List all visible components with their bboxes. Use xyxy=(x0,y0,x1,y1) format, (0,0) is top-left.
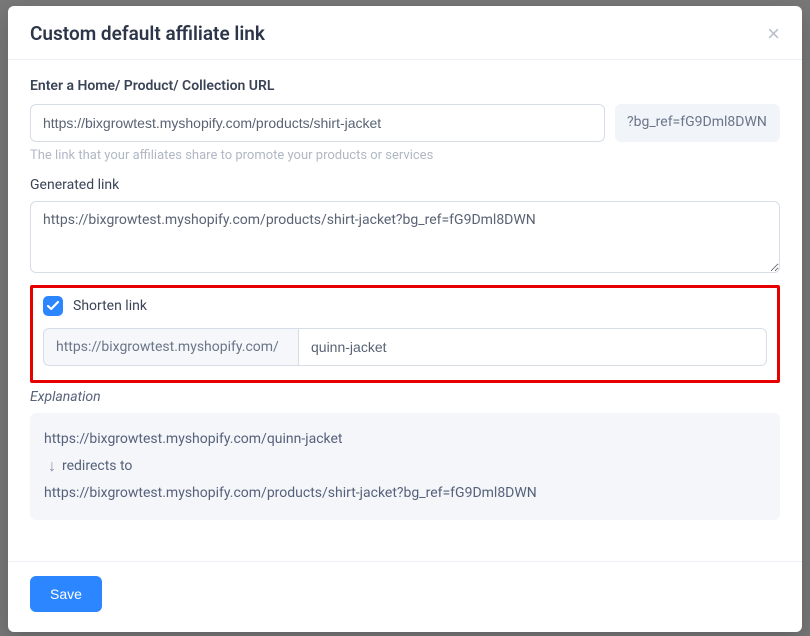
ref-suffix: ?bg_ref=fG9Dml8DWN xyxy=(615,104,780,142)
generated-link-textarea[interactable]: https://bixgrowtest.myshopify.com/produc… xyxy=(30,201,780,273)
arrow-down-icon: ↓ xyxy=(48,452,56,481)
shorten-label: Shorten link xyxy=(73,298,147,314)
save-button[interactable]: Save xyxy=(30,576,102,612)
check-icon xyxy=(47,301,59,311)
modal-title: Custom default affiliate link xyxy=(30,22,265,45)
url-input[interactable] xyxy=(30,104,605,142)
shorten-input-row: https://bixgrowtest.myshopify.com/ xyxy=(43,328,767,366)
redirects-to-text: redirects to xyxy=(62,454,132,479)
short-base-url: https://bixgrowtest.myshopify.com/ xyxy=(43,328,298,366)
generated-label: Generated link xyxy=(30,177,780,193)
url-help-text: The link that your affiliates share to p… xyxy=(30,148,780,163)
explanation-full-url: https://bixgrowtest.myshopify.com/produc… xyxy=(44,481,766,506)
modal-header: Custom default affiliate link × xyxy=(8,6,802,60)
close-icon[interactable]: × xyxy=(767,23,780,45)
shorten-check-row: Shorten link xyxy=(43,296,767,316)
shorten-checkbox[interactable] xyxy=(43,296,63,316)
explanation-box: https://bixgrowtest.myshopify.com/quinn-… xyxy=(30,413,780,520)
explanation-redirect-row: ↓ redirects to xyxy=(44,452,766,481)
shorten-highlight-box: Shorten link https://bixgrowtest.myshopi… xyxy=(30,285,780,383)
modal-footer: Save xyxy=(8,561,802,632)
url-label: Enter a Home/ Product/ Collection URL xyxy=(30,78,780,94)
modal-body: Enter a Home/ Product/ Collection URL ?b… xyxy=(8,60,802,561)
custom-affiliate-link-modal: Custom default affiliate link × Enter a … xyxy=(8,6,802,632)
explanation-label: Explanation xyxy=(30,389,780,405)
explanation-short-url: https://bixgrowtest.myshopify.com/quinn-… xyxy=(44,427,766,452)
url-row: ?bg_ref=fG9Dml8DWN xyxy=(30,104,780,142)
short-slug-input[interactable] xyxy=(298,328,767,366)
